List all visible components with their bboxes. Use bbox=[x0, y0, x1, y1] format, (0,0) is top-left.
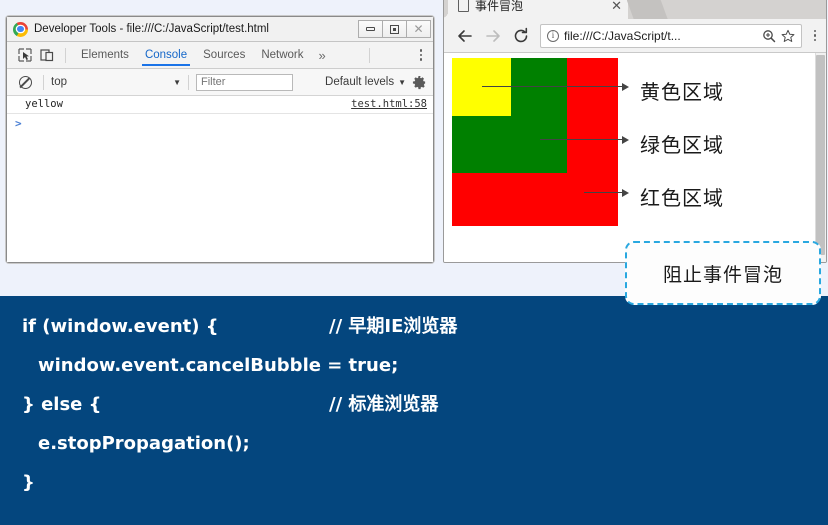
site-info-icon[interactable]: i bbox=[547, 29, 559, 42]
code-line-4: e.stopPropagation(); bbox=[22, 435, 828, 453]
page-viewport: 黄色区域 绿色区域 红色区域 bbox=[444, 53, 826, 262]
more-tabs-button[interactable]: » bbox=[312, 46, 333, 65]
chrome-logo-icon bbox=[13, 21, 28, 37]
tab-console[interactable]: Console bbox=[137, 45, 195, 66]
zoom-magnifier-icon bbox=[762, 29, 775, 42]
menu-dot-2 bbox=[813, 34, 816, 37]
maximize-button[interactable] bbox=[382, 20, 407, 38]
browser-toolbar: i file:///C:/JavaScript/t... bbox=[444, 19, 826, 53]
devtools-tab-strip: Elements Console Sources Network » bbox=[7, 42, 433, 69]
green-region-label: 绿色区域 bbox=[640, 133, 724, 157]
tab-elements[interactable]: Elements bbox=[73, 45, 137, 66]
clear-console-button[interactable] bbox=[14, 72, 36, 92]
back-button[interactable] bbox=[452, 23, 478, 49]
yellow-region-box[interactable] bbox=[452, 58, 511, 116]
window-controls: ✕ bbox=[358, 20, 431, 38]
code-line-1: if (window.event) { // 早期IE浏览器 bbox=[22, 318, 828, 336]
execution-context-value: top bbox=[51, 76, 67, 88]
dot-2 bbox=[419, 53, 422, 57]
code-block: if (window.event) { // 早期IE浏览器 window.ev… bbox=[0, 296, 828, 525]
device-toolbar-button[interactable] bbox=[36, 45, 58, 65]
vertical-scrollbar[interactable] bbox=[815, 53, 826, 262]
code-line-2-text: window.event.cancelBubble = true; bbox=[38, 355, 399, 376]
console-log-source-link[interactable]: test.html:58 bbox=[351, 98, 427, 110]
yellow-region-label: 黄色区域 bbox=[640, 80, 724, 104]
code-line-3-comment: // 标准浏览器 bbox=[329, 394, 439, 415]
code-line-5-text: } bbox=[22, 472, 35, 493]
reload-icon bbox=[514, 27, 528, 42]
minimize-button[interactable] bbox=[358, 20, 383, 38]
execution-context-select[interactable]: top ▼ bbox=[51, 76, 181, 88]
callout-box: 阻止事件冒泡 bbox=[625, 241, 821, 305]
code-line-1-text: if (window.event) { bbox=[22, 316, 219, 337]
chrome-menu-button[interactable] bbox=[808, 29, 823, 42]
close-icon: ✕ bbox=[413, 22, 424, 36]
minimize-icon bbox=[366, 27, 375, 31]
console-output[interactable]: yellow test.html:58 > bbox=[7, 96, 433, 262]
console-log-message: yellow bbox=[25, 98, 63, 110]
close-button[interactable]: ✕ bbox=[406, 20, 431, 38]
log-levels-value: Default levels bbox=[325, 76, 395, 88]
code-line-3-text: } else { bbox=[22, 394, 102, 415]
device-toolbar-icon bbox=[40, 49, 54, 62]
zoom-magnifier-button[interactable] bbox=[762, 29, 776, 43]
back-arrow-icon bbox=[458, 29, 472, 42]
dot-1 bbox=[419, 49, 422, 52]
page-favicon-icon bbox=[458, 0, 469, 12]
code-line-1-comment: // 早期IE浏览器 bbox=[329, 316, 458, 337]
callout-text: 阻止事件冒泡 bbox=[662, 263, 783, 286]
tab-network[interactable]: Network bbox=[253, 45, 311, 66]
browser-tab-strip: 事件冒泡 ✕ bbox=[444, 0, 826, 19]
code-line-5: } bbox=[22, 474, 828, 492]
green-region-box[interactable] bbox=[452, 58, 567, 173]
chevron-down-icon: ▼ bbox=[173, 77, 181, 87]
console-prompt[interactable]: > bbox=[7, 114, 433, 133]
bookmark-star-button[interactable] bbox=[781, 29, 795, 43]
browser-window: 事件冒泡 ✕ i file:///C:/JavaScript/t... 黄色区域… bbox=[443, 0, 827, 263]
toolbar-divider-2 bbox=[368, 47, 370, 63]
code-line-3: } else { // 标准浏览器 bbox=[22, 396, 828, 414]
browser-tab-title: 事件冒泡 bbox=[475, 0, 524, 13]
scrollbar-thumb[interactable] bbox=[816, 55, 825, 255]
address-bar[interactable]: i file:///C:/JavaScript/t... bbox=[540, 23, 802, 48]
chevron-down-icon-2: ▼ bbox=[398, 77, 406, 87]
devtools-more-options-button[interactable] bbox=[413, 49, 430, 61]
devtools-window-title: Developer Tools - file:///C:/JavaScript/… bbox=[34, 23, 269, 35]
console-filter-bar: top ▼ Default levels ▼ bbox=[7, 69, 433, 96]
star-icon bbox=[781, 29, 794, 42]
code-line-2: window.event.cancelBubble = true; bbox=[22, 357, 828, 375]
red-region-box[interactable] bbox=[452, 58, 618, 226]
dot-3 bbox=[419, 58, 422, 61]
gear-icon bbox=[412, 75, 426, 89]
devtools-window: Developer Tools - file:///C:/JavaScript/… bbox=[6, 16, 434, 263]
inspect-element-icon bbox=[18, 48, 32, 62]
inspect-element-button[interactable] bbox=[14, 45, 36, 65]
menu-dot-3 bbox=[813, 38, 816, 42]
filter-divider-2 bbox=[188, 74, 189, 90]
maximize-icon bbox=[390, 24, 399, 34]
forward-arrow-icon bbox=[486, 29, 500, 42]
console-filter-input[interactable] bbox=[196, 73, 293, 91]
red-region-label: 红色区域 bbox=[640, 186, 724, 210]
filter-divider-1 bbox=[43, 74, 44, 90]
browser-tab[interactable]: 事件冒泡 ✕ bbox=[444, 0, 628, 19]
code-line-4-text: e.stopPropagation(); bbox=[38, 433, 250, 454]
reload-button[interactable] bbox=[508, 23, 534, 49]
console-log-row[interactable]: yellow test.html:58 bbox=[7, 96, 433, 114]
menu-dot-1 bbox=[813, 29, 816, 33]
tab-sources[interactable]: Sources bbox=[195, 45, 253, 66]
new-tab-button[interactable] bbox=[626, 0, 668, 19]
toolbar-divider bbox=[65, 47, 66, 63]
console-settings-button[interactable] bbox=[412, 75, 427, 90]
log-levels-select[interactable]: Default levels ▼ bbox=[325, 76, 406, 88]
tab-close-icon[interactable]: ✕ bbox=[605, 0, 622, 12]
devtools-titlebar: Developer Tools - file:///C:/JavaScript/… bbox=[7, 17, 433, 42]
forward-button[interactable] bbox=[480, 23, 506, 49]
address-bar-url: file:///C:/JavaScript/t... bbox=[564, 28, 681, 43]
clear-console-icon bbox=[18, 75, 32, 89]
